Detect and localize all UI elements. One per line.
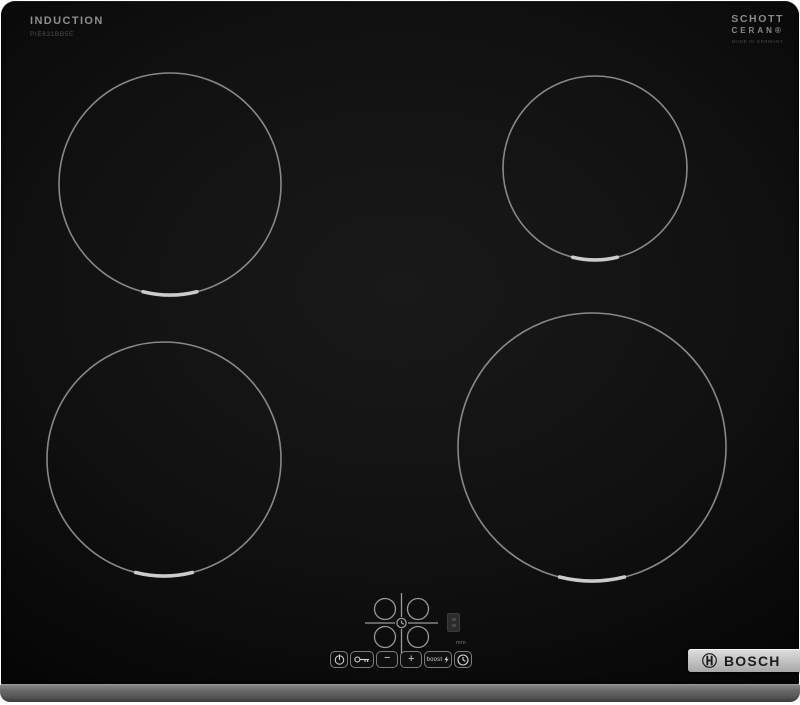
clock-icon (457, 653, 469, 666)
zone-select-rear-right[interactable] (406, 597, 430, 621)
decrease-button[interactable]: − (376, 651, 399, 668)
child-lock-button[interactable] (350, 651, 375, 668)
zone-select-rear-left[interactable] (373, 597, 397, 621)
schott-logo-line2: CERAN® (731, 26, 784, 35)
power-level-display (447, 613, 460, 632)
model-number-label: PIE631BB5E (30, 31, 74, 38)
key-icon (354, 656, 370, 663)
timer-button[interactable] (453, 651, 472, 668)
zone-select-front-left[interactable] (373, 625, 397, 649)
induction-label: INDUCTION (30, 15, 104, 27)
schott-ceran-logo: SCHOTT CERAN® MADE IN GERMANY (731, 13, 784, 44)
schott-logo-subtext: MADE IN GERMANY (731, 39, 784, 44)
zone-selector-center-clock-icon (396, 617, 407, 629)
power-icon (334, 654, 344, 665)
schott-logo-line1: SCHOTT (731, 13, 784, 25)
increase-button[interactable]: + (400, 651, 423, 668)
zone-selector-graphic[interactable] (360, 592, 450, 654)
timer-min-label: min (456, 640, 467, 646)
front-edge-trim (0, 684, 800, 702)
boost-button[interactable]: boost (424, 651, 452, 668)
zone-select-front-right[interactable] (406, 625, 430, 649)
bosch-wordmark: BOSCH (724, 652, 781, 669)
boost-icon (444, 656, 449, 663)
cooktop-glass-surface (1, 1, 799, 686)
power-button[interactable] (330, 651, 349, 668)
top-left-print: INDUCTION PIE631BB5E (30, 15, 104, 38)
bosch-emblem-icon (702, 653, 717, 668)
boost-label: boost (426, 656, 443, 663)
bosch-badge: BOSCH (688, 649, 800, 672)
touch-controls-row: − + boost (330, 651, 472, 668)
